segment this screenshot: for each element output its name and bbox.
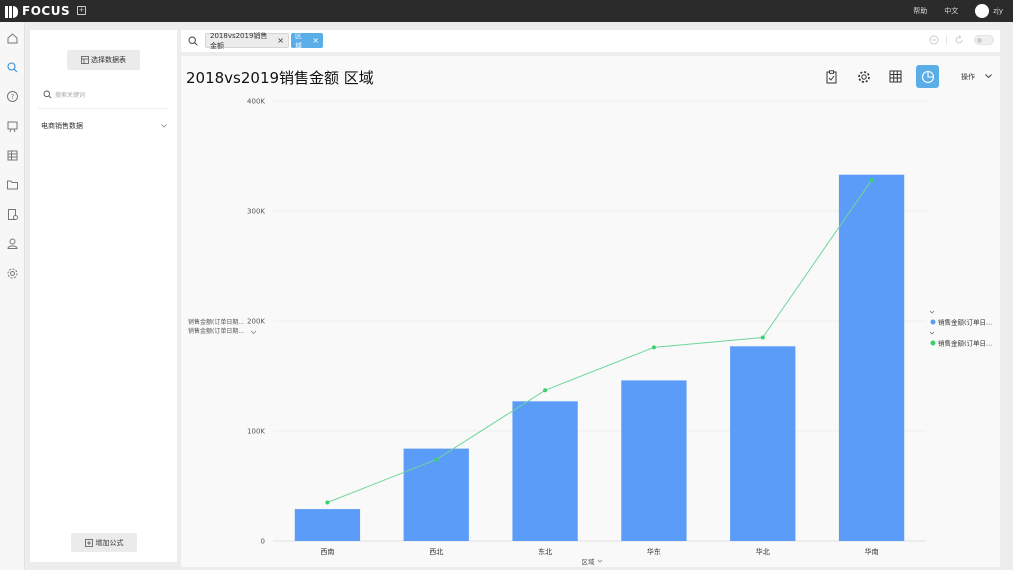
y-axis-label: 销售金额(订单日期... bbox=[188, 327, 244, 335]
svg-text:?: ? bbox=[11, 93, 15, 101]
search-icon[interactable] bbox=[6, 61, 19, 74]
logo-text: FOCUS bbox=[22, 4, 71, 18]
dataset-item[interactable]: 电商销售数据 bbox=[41, 121, 167, 131]
main-card: 0 100K 200K 300K 400K 销售金额(订单日期... 销售金额(订单日期..… bbox=[181, 56, 1000, 567]
bar bbox=[838, 174, 905, 541]
add-formula-label: 增加公式 bbox=[95, 538, 124, 547]
chevron-down-icon bbox=[929, 331, 935, 335]
operations-label: 操作 bbox=[961, 72, 975, 81]
y-axis-label: 销售金额(订单日期... bbox=[188, 318, 244, 326]
logo[interactable]: FOCUS bbox=[5, 3, 70, 19]
panel-search-input[interactable]: 搜索关键词 bbox=[43, 87, 168, 101]
search-bar[interactable]: 2018vs2019销售金额 × 区域 × bbox=[181, 30, 1000, 52]
y-tick-label: 400K bbox=[247, 98, 265, 106]
legend-label: 销售金额(订单日... bbox=[938, 318, 992, 327]
icon-rail: ? bbox=[0, 22, 25, 570]
add-formula-button[interactable]: 增加公式 bbox=[71, 533, 137, 552]
table-icon bbox=[889, 70, 902, 83]
clipboard-icon bbox=[826, 69, 837, 83]
chart: 0 100K 200K 300K 400K 销售金额(订单日期...销售金额(订单日期..… bbox=[188, 98, 992, 567]
legend-swatch bbox=[930, 319, 936, 325]
x-tick-label: 华南 bbox=[865, 547, 879, 556]
line-point bbox=[760, 335, 765, 340]
y-tick-label: 200K bbox=[247, 318, 265, 326]
line-point bbox=[869, 178, 874, 183]
line-point bbox=[651, 345, 656, 350]
x-tick-label: 华北 bbox=[756, 547, 770, 556]
chevron-down-icon bbox=[985, 74, 992, 79]
search-chip-dimension[interactable]: 区域 × bbox=[291, 31, 323, 50]
clipboard-button[interactable] bbox=[820, 65, 843, 88]
language-link[interactable]: 中文 bbox=[944, 6, 958, 16]
toggle-switch[interactable] bbox=[974, 35, 994, 45]
chevron-down-icon bbox=[250, 330, 257, 334]
select-table-button[interactable]: 选择数据表 bbox=[67, 50, 140, 70]
settings-button[interactable] bbox=[852, 65, 875, 88]
operations-menu[interactable]: 操作 bbox=[961, 72, 992, 82]
help-icon[interactable]: ? bbox=[6, 90, 19, 103]
avatar[interactable] bbox=[975, 4, 990, 18]
x-axis-label: 区域 bbox=[582, 557, 596, 566]
select-table-label: 选择数据表 bbox=[91, 56, 126, 64]
x-tick-label: 东北 bbox=[538, 547, 552, 556]
search-placeholder: 搜索关键词 bbox=[55, 91, 86, 99]
chip-label: 区域 bbox=[295, 31, 302, 50]
divider bbox=[38, 108, 169, 109]
chip-label: 2018vs2019销售金额 bbox=[210, 31, 268, 50]
folder-icon[interactable] bbox=[6, 178, 19, 191]
table-icon bbox=[81, 56, 89, 64]
gear-icon bbox=[857, 70, 870, 83]
add-icon bbox=[84, 538, 93, 547]
chart-view-button[interactable] bbox=[916, 65, 939, 88]
legend-swatch bbox=[930, 340, 936, 346]
user-name[interactable]: zjy bbox=[993, 7, 1003, 15]
report-icon[interactable] bbox=[6, 208, 19, 221]
table-view-button[interactable] bbox=[884, 65, 907, 88]
x-tick-label: 西北 bbox=[429, 548, 443, 556]
chevron-down-icon bbox=[597, 559, 603, 563]
dataset-label: 电商销售数据 bbox=[41, 122, 83, 130]
logo-icon bbox=[5, 5, 18, 18]
y-tick-label: 0 bbox=[261, 538, 265, 546]
line-point bbox=[434, 457, 439, 462]
bar bbox=[730, 346, 796, 541]
bar bbox=[294, 509, 361, 541]
search-chip-measure[interactable]: 2018vs2019销售金额 × bbox=[205, 31, 289, 50]
legend-label: 销售金额(订单日... bbox=[938, 339, 992, 348]
bar bbox=[512, 401, 578, 541]
table-icon[interactable] bbox=[6, 149, 19, 162]
search-icon bbox=[43, 90, 52, 99]
data-panel: 选择数据表 搜索关键词 电商销售数据 增加公式 bbox=[30, 30, 177, 562]
line-point bbox=[543, 388, 548, 393]
user-icon[interactable] bbox=[6, 237, 19, 250]
refresh-icon[interactable] bbox=[954, 35, 964, 45]
help-link[interactable]: 帮助 bbox=[913, 6, 927, 16]
bar bbox=[403, 448, 469, 541]
pie-chart-icon bbox=[921, 70, 934, 83]
chart-toolbar: 操作 bbox=[811, 65, 992, 88]
search-bar-actions bbox=[929, 35, 994, 45]
x-tick-label: 西南 bbox=[320, 547, 334, 556]
y-tick-label: 100K bbox=[247, 428, 265, 436]
bar bbox=[621, 380, 687, 541]
clear-icon[interactable] bbox=[929, 35, 939, 45]
search-icon bbox=[188, 36, 198, 46]
line-point bbox=[325, 500, 330, 505]
home-icon[interactable] bbox=[6, 32, 19, 45]
close-icon[interactable]: × bbox=[277, 36, 284, 45]
new-tab-button[interactable]: + bbox=[77, 6, 86, 15]
close-icon[interactable]: × bbox=[312, 36, 319, 45]
gear-icon[interactable] bbox=[6, 267, 19, 280]
chevron-down-icon bbox=[161, 124, 167, 128]
board-icon[interactable] bbox=[6, 120, 19, 133]
chevron-down-icon bbox=[929, 310, 935, 314]
page-title: 2018vs2019销售金额 区域 bbox=[186, 69, 374, 87]
y-tick-label: 300K bbox=[247, 208, 265, 216]
x-tick-label: 华东 bbox=[647, 547, 661, 556]
top-bar: FOCUS + 帮助 中文 zjy bbox=[0, 0, 1013, 22]
top-right-nav: 帮助 中文 zjy bbox=[913, 0, 1003, 22]
divider bbox=[946, 35, 947, 45]
